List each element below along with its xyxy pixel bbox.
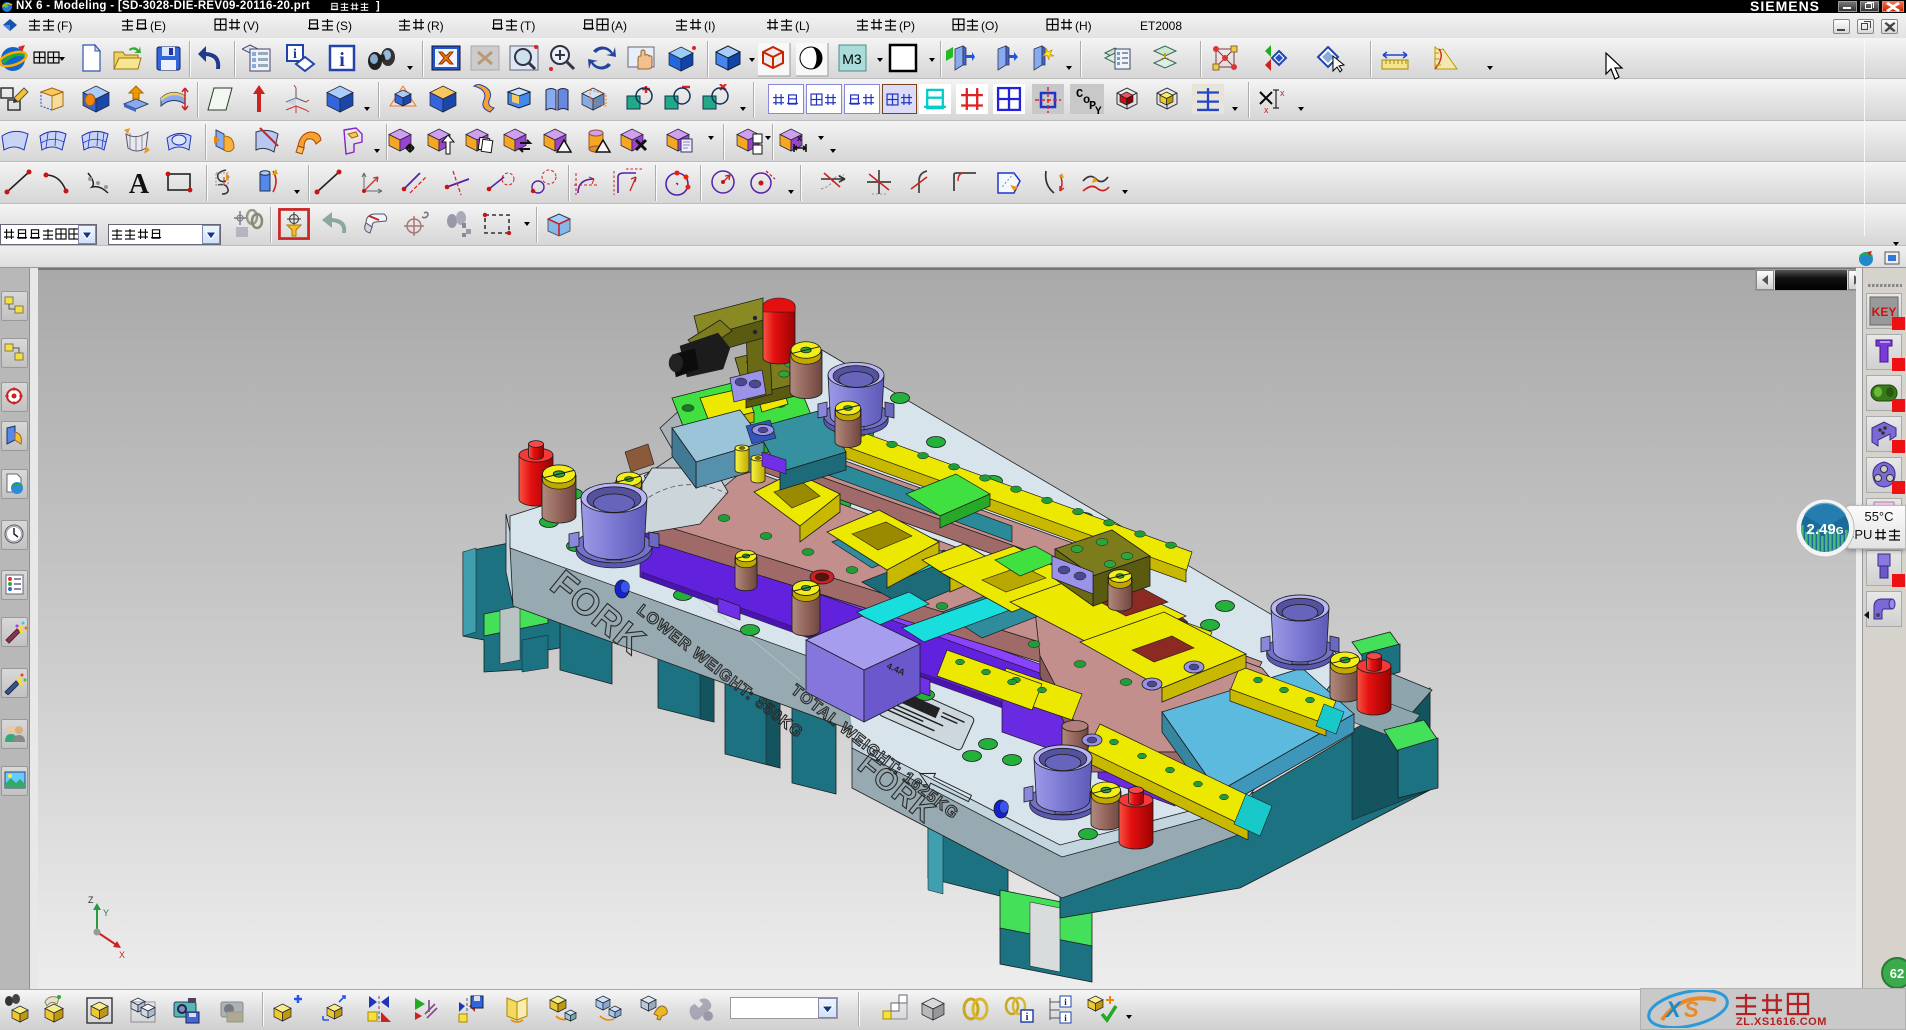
svg-text:S: S bbox=[1684, 997, 1699, 1022]
svg-text:i: i bbox=[1026, 1012, 1029, 1023]
svg-text:Y: Y bbox=[103, 908, 109, 918]
svg-text:62: 62 bbox=[1890, 966, 1904, 981]
svg-text:Z: Z bbox=[88, 895, 94, 905]
svg-text:X: X bbox=[1664, 997, 1682, 1022]
svg-text:X: X bbox=[119, 950, 125, 960]
